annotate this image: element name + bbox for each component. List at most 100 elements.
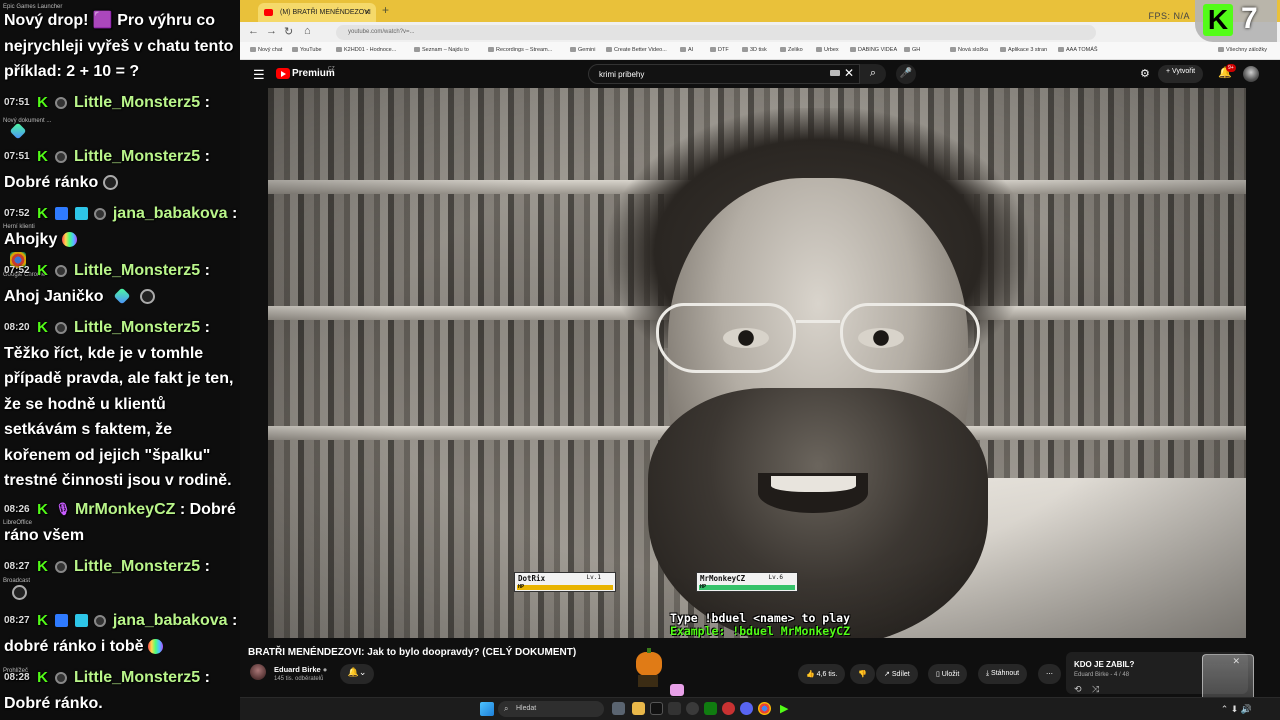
chat-separator: :: [204, 148, 210, 165]
file-explorer-icon[interactable]: [632, 702, 645, 715]
kick-logo-icon: K: [1203, 4, 1233, 36]
reload-icon[interactable]: ↻: [284, 25, 293, 38]
microphone-badge-icon: 🎙: [55, 502, 71, 517]
download-button[interactable]: ⤓ Stáhnout: [978, 664, 1028, 684]
home-icon[interactable]: ⌂: [304, 25, 311, 37]
search-button[interactable]: ⌕: [860, 64, 886, 84]
chat-username[interactable]: Little_Monsterz5: [74, 558, 200, 575]
chat-username[interactable]: Little_Monsterz5: [74, 669, 200, 686]
thumbs-down-icon: 👎: [858, 671, 867, 678]
menu-icon[interactable]: ☰: [253, 67, 265, 83]
subscribed-bell-button[interactable]: 🔔⌄: [340, 664, 374, 684]
tab-youtube[interactable]: (M) BRATŘI MENÉNDEZOVI ×: [258, 3, 376, 22]
chat-username[interactable]: Little_Monsterz5: [74, 148, 200, 165]
bookmark-item[interactable]: Create Better Video...: [606, 47, 667, 53]
search-input[interactable]: krimi pribehy: [588, 64, 860, 84]
shuffle-icon[interactable]: ⤨: [1092, 684, 1099, 695]
tiktok-icon[interactable]: [650, 702, 663, 715]
save-button[interactable]: ▯ Uložit: [928, 664, 968, 684]
bookmark-item[interactable]: Nový chat: [250, 47, 282, 53]
loop-icon[interactable]: ⟲: [1074, 684, 1082, 695]
chevron-down-icon: ⌄: [358, 667, 367, 677]
chat-username[interactable]: jana_babakova: [113, 205, 228, 222]
keyboard-icon[interactable]: [830, 70, 840, 76]
bookmark-item[interactable]: GH: [904, 47, 920, 53]
chat-timestamp: 07:51: [4, 97, 30, 109]
forward-icon[interactable]: →: [266, 25, 277, 37]
camera-icon[interactable]: [668, 702, 681, 715]
pumpkin-sprite: [636, 648, 662, 687]
playlist-title: KDO JE ZABIL?: [1074, 660, 1135, 669]
duel-player-name: MrMonkeyCZ: [700, 574, 746, 583]
opera-icon[interactable]: [722, 702, 735, 715]
avatar[interactable]: [1243, 66, 1259, 82]
channel-avatar[interactable]: [250, 664, 266, 680]
chat-message: 08:27 K jana_babakova : dobré ránko i to…: [4, 608, 238, 659]
task-view-icon[interactable]: [612, 702, 625, 715]
cube-badge-icon: [74, 614, 88, 628]
xbox-icon[interactable]: [704, 702, 717, 715]
emote-icon: [102, 174, 118, 190]
play-icon[interactable]: ▶: [780, 702, 793, 715]
share-button[interactable]: ↗ Sdílet: [876, 664, 918, 684]
system-tray[interactable]: ⌃ ⬇ 🔊: [1221, 704, 1252, 715]
settings-icon[interactable]: [686, 702, 699, 715]
bookmark-item[interactable]: Aplikace 3 stran: [1000, 47, 1047, 53]
taskbar-search[interactable]: ⌕ Hledat: [498, 701, 604, 717]
verified-icon: ●: [322, 665, 328, 674]
emote-icon: [12, 584, 27, 600]
download-label: Stáhnout: [991, 670, 1020, 677]
chat-message: 08:28 K Little_Monsterz5 : Dobré ránko.: [4, 665, 238, 716]
address-bar[interactable]: youtube.com/watch?v=...: [336, 25, 1096, 40]
channel-name[interactable]: Eduard Birke ●: [274, 665, 327, 674]
like-button[interactable]: 👍 4,6 tis.: [798, 664, 846, 684]
bookmark-item[interactable]: 3D tisk: [742, 47, 767, 53]
hp-fill: [699, 585, 795, 590]
chat-message: 08:26 K 🎙 MrMonkeyCZ : Dobré ráno všem: [4, 497, 238, 548]
speaker-icon: 🔊: [1240, 704, 1252, 714]
chat-username[interactable]: jana_babakova: [113, 612, 228, 629]
create-button[interactable]: + Vytvořit: [1158, 65, 1204, 83]
bookmark-item[interactable]: YouTube: [292, 47, 322, 53]
subscriber-badge-icon: [55, 321, 68, 334]
chat-timestamp: 08:28: [4, 672, 30, 684]
bookmark-item[interactable]: Nová složka: [950, 47, 988, 53]
bookmark-item[interactable]: Seznam – Najdu to: [414, 47, 469, 53]
stream-stats: FPS: N/A: [1148, 11, 1190, 21]
kick-level-number: 7: [1241, 2, 1258, 35]
dislike-button[interactable]: 👎: [850, 664, 875, 684]
rainbow-emote-icon: [148, 638, 164, 654]
new-tab-button[interactable]: +: [382, 3, 389, 17]
bookmark-item[interactable]: AI: [680, 47, 693, 53]
tab-close-icon[interactable]: ×: [365, 7, 370, 17]
chat-overlay: Epic Games Launcher Nový dokument ... He…: [0, 0, 240, 720]
bookmark-item[interactable]: Zeliko: [780, 47, 803, 53]
bookmark-item[interactable]: Gemini: [570, 47, 595, 53]
chat-username[interactable]: Little_Monsterz5: [74, 262, 200, 279]
clear-search-icon[interactable]: ✕: [844, 66, 854, 80]
bookmark-item[interactable]: DTF: [710, 47, 729, 53]
chrome-icon[interactable]: [758, 702, 771, 715]
back-icon[interactable]: ←: [248, 25, 259, 37]
chat-username[interactable]: Little_Monsterz5: [74, 94, 200, 111]
kick-badge-icon: K: [37, 94, 48, 112]
bookmark-item[interactable]: K2HD01 - Hodnoce...: [336, 47, 396, 53]
share-label: Sdílet: [891, 671, 910, 678]
bookmark-item[interactable]: Recordings – Stream...: [488, 47, 552, 53]
cast-icon[interactable]: ⚙: [1140, 67, 1150, 80]
bookmark-item[interactable]: Urbex: [816, 47, 839, 53]
voice-search-button[interactable]: 🎤: [896, 64, 916, 84]
subscriber-badge-icon: [55, 96, 68, 109]
chat-username[interactable]: Little_Monsterz5: [74, 319, 200, 336]
video-player[interactable]: DotRix Lv.1 HP MrMonkeyCZ Lv.6 HP Type !…: [268, 88, 1246, 638]
discord-icon[interactable]: [740, 702, 753, 715]
youtube-logo-icon[interactable]: [276, 68, 290, 79]
more-actions-button[interactable]: ⋯: [1038, 664, 1061, 684]
windows-start-icon[interactable]: [480, 702, 494, 716]
chat-username[interactable]: MrMonkeyCZ: [75, 501, 175, 518]
bookmark-item[interactable]: AAA TOMÁŠ: [1058, 47, 1098, 53]
tab-title: (M) BRATŘI MENÉNDEZOVI: [280, 9, 371, 16]
bookmark-item[interactable]: Všechny záložky: [1218, 47, 1267, 53]
save-label: Uložit: [941, 671, 960, 678]
bookmark-item[interactable]: DABING VIDEA: [850, 47, 897, 53]
